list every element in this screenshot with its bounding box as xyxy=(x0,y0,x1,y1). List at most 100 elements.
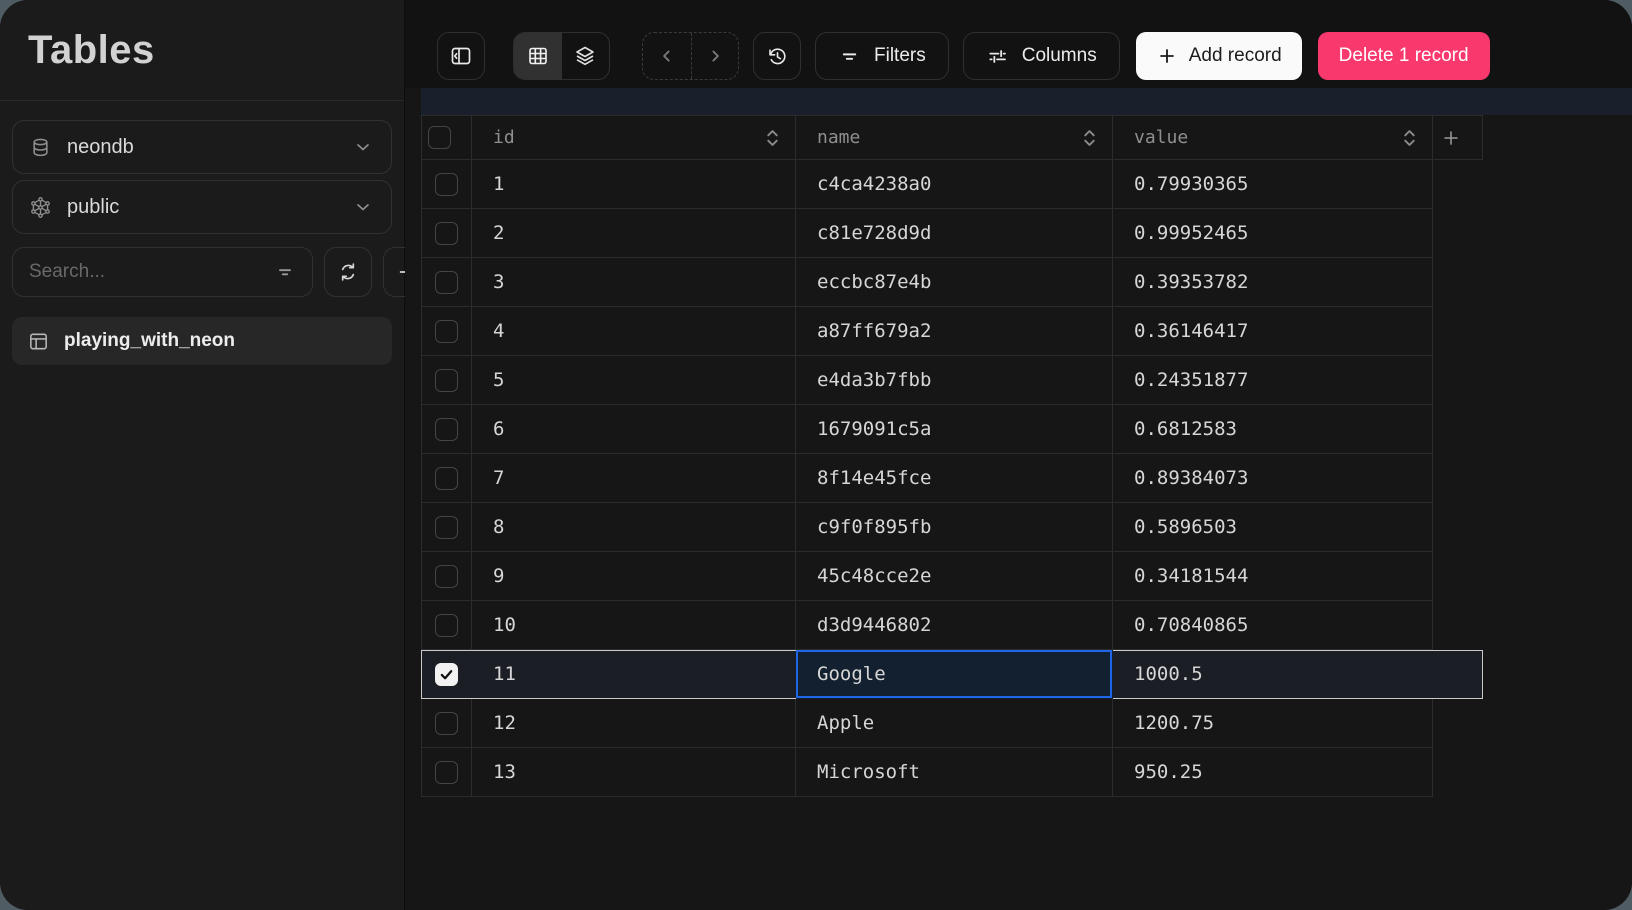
row-checkbox[interactable] xyxy=(435,614,458,637)
row-checkbox-cell[interactable] xyxy=(421,699,472,748)
table-row[interactable]: 9 45c48cce2e 0.34181544 xyxy=(421,552,1483,601)
row-checkbox-cell[interactable] xyxy=(421,503,472,552)
table-row[interactable]: 1 c4ca4238a0 0.79930365 xyxy=(421,160,1483,209)
filters-button[interactable]: Filters xyxy=(815,32,949,80)
cell-value[interactable]: 0.6812583 xyxy=(1113,405,1433,454)
table-row[interactable]: 4 a87ff679a2 0.36146417 xyxy=(421,307,1483,356)
sort-icon[interactable] xyxy=(1401,128,1418,148)
row-checkbox[interactable] xyxy=(435,467,458,490)
row-checkbox[interactable] xyxy=(435,516,458,539)
cell-name[interactable]: d3d9446802 xyxy=(796,601,1113,650)
cell-value[interactable]: 950.25 xyxy=(1113,748,1433,797)
cell-value[interactable]: 0.89384073 xyxy=(1113,454,1433,503)
sidebar-toggle-button[interactable] xyxy=(437,32,485,80)
sort-icon[interactable] xyxy=(1081,128,1098,148)
row-checkbox-cell[interactable] xyxy=(421,258,472,307)
filter-bars-icon[interactable] xyxy=(274,261,296,283)
cell-value[interactable]: 0.24351877 xyxy=(1113,356,1433,405)
cell-id[interactable]: 11 xyxy=(472,650,796,699)
row-checkbox-cell[interactable] xyxy=(421,748,472,797)
cell-name[interactable]: a87ff679a2 xyxy=(796,307,1113,356)
row-checkbox-cell[interactable] xyxy=(421,160,472,209)
row-checkbox[interactable] xyxy=(435,369,458,392)
cell-name[interactable]: Apple xyxy=(796,699,1113,748)
cell-name[interactable]: c9f0f895fb xyxy=(796,503,1113,552)
cell-id[interactable]: 4 xyxy=(472,307,796,356)
cell-name[interactable]: 8f14e45fce xyxy=(796,454,1113,503)
table-row[interactable]: 3 eccbc87e4b 0.39353782 xyxy=(421,258,1483,307)
add-record-button[interactable]: Add record xyxy=(1136,32,1302,80)
search-input[interactable] xyxy=(29,261,274,283)
schema-select[interactable]: public xyxy=(12,180,392,234)
cell-id[interactable]: 3 xyxy=(472,258,796,307)
row-checkbox[interactable] xyxy=(435,663,458,686)
cell-id[interactable]: 10 xyxy=(472,601,796,650)
cell-name[interactable]: 45c48cce2e xyxy=(796,552,1113,601)
row-checkbox-cell[interactable] xyxy=(421,454,472,503)
cell-id[interactable]: 13 xyxy=(472,748,796,797)
row-checkbox-cell[interactable] xyxy=(421,601,472,650)
table-row[interactable]: 13 Microsoft 950.25 xyxy=(421,748,1483,797)
column-header-name[interactable]: name xyxy=(796,115,1113,160)
select-all-checkbox[interactable] xyxy=(428,126,451,149)
row-checkbox[interactable] xyxy=(435,712,458,735)
row-checkbox[interactable] xyxy=(435,222,458,245)
table-row[interactable]: 2 c81e728d9d 0.99952465 xyxy=(421,209,1483,258)
delete-record-button[interactable]: Delete 1 record xyxy=(1318,32,1490,80)
header-checkbox-cell[interactable] xyxy=(421,115,472,160)
table-row[interactable]: 10 d3d9446802 0.70840865 xyxy=(421,601,1483,650)
table-row[interactable]: 6 1679091c5a 0.6812583 xyxy=(421,405,1483,454)
cell-id[interactable]: 2 xyxy=(472,209,796,258)
row-checkbox-cell[interactable] xyxy=(421,405,472,454)
table-row[interactable]: 11 Google 1000.5 xyxy=(421,650,1483,699)
cell-value[interactable]: 0.34181544 xyxy=(1113,552,1433,601)
cell-id[interactable]: 6 xyxy=(472,405,796,454)
cell-value[interactable]: 0.5896503 xyxy=(1113,503,1433,552)
cell-value[interactable]: 0.99952465 xyxy=(1113,209,1433,258)
column-header-value[interactable]: value xyxy=(1113,115,1433,160)
cell-name[interactable]: eccbc87e4b xyxy=(796,258,1113,307)
cell-value[interactable]: 0.70840865 xyxy=(1113,601,1433,650)
row-checkbox-cell[interactable] xyxy=(421,307,472,356)
next-page-button[interactable] xyxy=(691,33,739,79)
cell-name[interactable]: Microsoft xyxy=(796,748,1113,797)
history-button[interactable] xyxy=(753,32,801,80)
database-select[interactable]: neondb xyxy=(12,120,392,174)
add-column-button[interactable] xyxy=(1433,115,1483,160)
row-checkbox[interactable] xyxy=(435,565,458,588)
prev-page-button[interactable] xyxy=(643,33,691,79)
sort-icon[interactable] xyxy=(764,128,781,148)
cell-id[interactable]: 12 xyxy=(472,699,796,748)
refresh-button[interactable] xyxy=(324,247,372,297)
cell-id[interactable]: 5 xyxy=(472,356,796,405)
table-row[interactable]: 7 8f14e45fce 0.89384073 xyxy=(421,454,1483,503)
column-header-id[interactable]: id xyxy=(472,115,796,160)
cell-id[interactable]: 1 xyxy=(472,160,796,209)
cell-id[interactable]: 7 xyxy=(472,454,796,503)
table-row[interactable]: 8 c9f0f895fb 0.5896503 xyxy=(421,503,1483,552)
row-checkbox[interactable] xyxy=(435,761,458,784)
cell-value[interactable]: 0.36146417 xyxy=(1113,307,1433,356)
cell-id[interactable]: 9 xyxy=(472,552,796,601)
row-checkbox-cell[interactable] xyxy=(421,209,472,258)
cell-name[interactable]: e4da3b7fbb xyxy=(796,356,1113,405)
columns-button[interactable]: Columns xyxy=(963,32,1120,80)
row-checkbox-cell[interactable] xyxy=(421,552,472,601)
cell-name[interactable]: Google xyxy=(796,650,1113,699)
row-checkbox-cell[interactable] xyxy=(421,650,472,699)
row-checkbox[interactable] xyxy=(435,418,458,441)
cell-name[interactable]: 1679091c5a xyxy=(796,405,1113,454)
table-row[interactable]: 12 Apple 1200.75 xyxy=(421,699,1483,748)
cell-value[interactable]: 0.39353782 xyxy=(1113,258,1433,307)
cell-name[interactable]: c4ca4238a0 xyxy=(796,160,1113,209)
cell-id[interactable]: 8 xyxy=(472,503,796,552)
cell-name[interactable]: c81e728d9d xyxy=(796,209,1113,258)
row-checkbox[interactable] xyxy=(435,320,458,343)
cell-value[interactable]: 1200.75 xyxy=(1113,699,1433,748)
cell-value[interactable]: 0.79930365 xyxy=(1113,160,1433,209)
cell-value[interactable]: 1000.5 xyxy=(1113,650,1433,699)
row-checkbox[interactable] xyxy=(435,173,458,196)
table-view-button[interactable] xyxy=(514,33,562,79)
table-row[interactable]: 5 e4da3b7fbb 0.24351877 xyxy=(421,356,1483,405)
layers-view-button[interactable] xyxy=(562,33,610,79)
